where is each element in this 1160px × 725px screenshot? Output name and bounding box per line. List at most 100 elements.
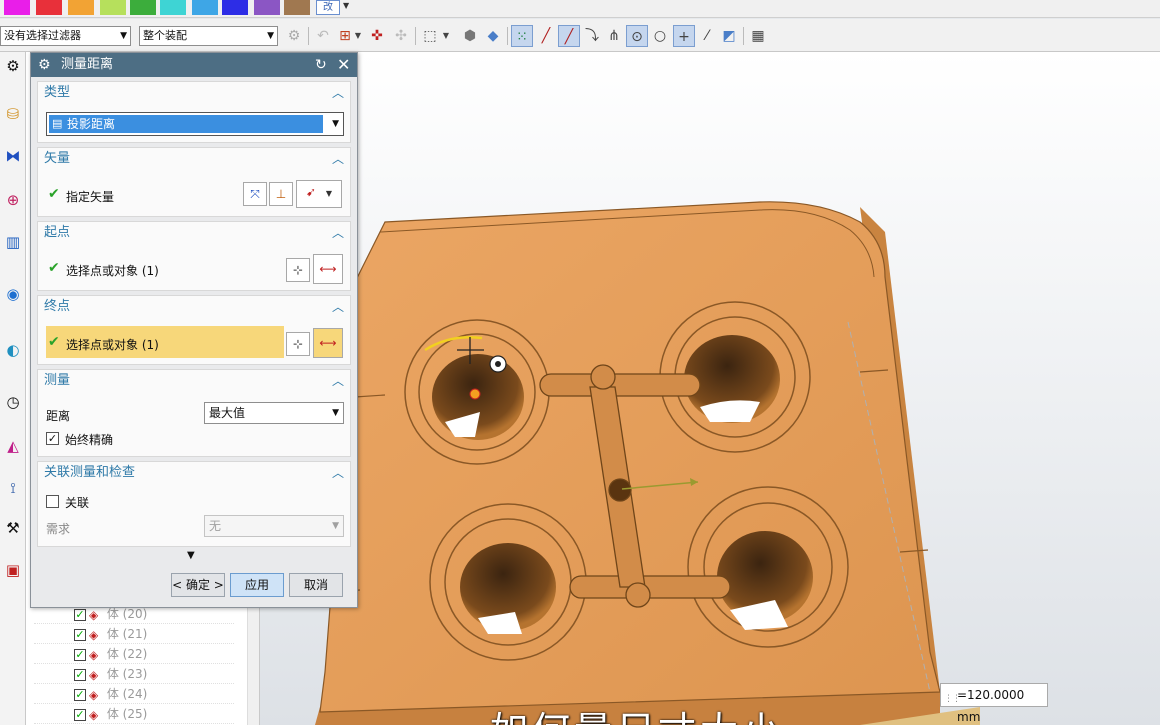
reuse-library-icon[interactable]: ▥ xyxy=(1,230,25,254)
tree-row[interactable]: ✓ ◈ 体 (21) xyxy=(34,624,234,644)
chevron-up-icon[interactable]: ︿ xyxy=(332,296,344,318)
undo-select-icon[interactable]: ↶ xyxy=(312,25,334,47)
requirement-dropdown[interactable]: 无 ▼ xyxy=(204,515,344,537)
part-navigator-icon[interactable]: ⊕ xyxy=(1,188,25,212)
solid-body-icon[interactable]: ⬢ xyxy=(459,25,481,47)
tree-row[interactable]: ✓ ◈ 体 (22) xyxy=(34,644,234,664)
color-swatch[interactable] xyxy=(130,0,156,15)
expand-more-icon[interactable]: ▼ xyxy=(187,550,195,561)
chevron-up-icon[interactable]: ︿ xyxy=(332,148,344,170)
role-palette-icon[interactable]: ▣ xyxy=(1,558,25,582)
chevron-up-icon[interactable]: ︿ xyxy=(332,462,344,484)
selection-filter-dropdown[interactable]: 没有选择过滤器 ▼ xyxy=(0,26,131,46)
graphics-viewport[interactable]: 如何量尺寸大小 xyxy=(260,52,1160,725)
quadrant-point-icon[interactable]: ○ xyxy=(649,25,671,47)
measure-method-button[interactable]: ⟷ xyxy=(313,328,343,358)
rectangle-select-icon[interactable]: ⬚ xyxy=(419,25,441,47)
drag-handle-icon[interactable]: ⋮⋮ xyxy=(944,688,961,710)
chevron-up-icon[interactable]: ︿ xyxy=(332,222,344,244)
visibility-checkbox[interactable]: ✓ xyxy=(74,668,86,681)
color-swatch[interactable] xyxy=(160,0,186,15)
visibility-checkbox[interactable]: ✓ xyxy=(74,628,86,641)
color-swatch[interactable] xyxy=(254,0,280,15)
associative-label: 关联 xyxy=(65,496,90,510)
chevron-down-icon[interactable]: ▼ xyxy=(343,1,349,10)
color-swatch[interactable] xyxy=(222,0,248,15)
snap-points-icon[interactable]: ⁙ xyxy=(511,25,533,47)
tree-row[interactable]: ✓ ◈ 体 (23) xyxy=(34,664,234,684)
visibility-checkbox[interactable]: ✓ xyxy=(74,708,86,721)
intersection-point-icon[interactable]: ⋔ xyxy=(603,25,625,47)
type-group-header[interactable]: 类型 ︿ xyxy=(38,82,350,104)
mid-point-icon[interactable]: ╱ xyxy=(558,25,580,47)
body-cube-icon[interactable]: ◆ xyxy=(482,25,504,47)
select-feature-icon[interactable]: ✜ xyxy=(366,25,388,47)
color-swatch[interactable] xyxy=(100,0,126,15)
point-dialog-button[interactable]: ⊹ xyxy=(286,258,310,282)
end-point-group-header[interactable]: 终点 ︿ xyxy=(38,296,350,318)
dialog-title-bar[interactable]: ⚙ 测量距离 ↻ ✕ xyxy=(31,53,357,77)
reverse-direction-button[interactable]: ⤧ xyxy=(243,182,267,206)
chevron-down-icon: ▼ xyxy=(120,31,127,41)
color-more-button[interactable]: 改 xyxy=(316,0,340,15)
associative-checkbox[interactable] xyxy=(46,495,59,508)
point-dialog-button[interactable]: ⊹ xyxy=(286,332,310,356)
arc-center-icon[interactable]: ⊙ xyxy=(626,25,648,47)
ok-button[interactable]: < 确定 > xyxy=(171,573,225,597)
history-icon[interactable]: ◐ xyxy=(1,338,25,362)
web-browser-icon[interactable]: ◉ xyxy=(1,282,25,306)
chevron-down-icon[interactable]: ▼ xyxy=(440,25,452,47)
constraint-navigator-icon[interactable]: ⧓ xyxy=(1,144,25,168)
color-swatch[interactable] xyxy=(284,0,310,15)
always-precise-checkbox[interactable]: ✓ xyxy=(46,432,59,445)
tree-row[interactable]: ✓ ◈ 体 (24) xyxy=(34,684,234,704)
control-point-icon[interactable]: ⤵ xyxy=(581,25,603,47)
existing-point-icon[interactable]: + xyxy=(673,25,695,47)
vector-group-header[interactable]: 矢量 ︿ xyxy=(38,148,350,170)
chevron-up-icon[interactable]: ︿ xyxy=(332,82,344,104)
visibility-checkbox[interactable]: ✓ xyxy=(74,608,86,621)
tree-row[interactable]: ✓ ◈ 体 (25) xyxy=(34,704,234,724)
point-on-face-icon[interactable]: ◩ xyxy=(718,25,740,47)
point-on-curve-icon[interactable]: ⁄ xyxy=(696,25,718,47)
manufacturing-wizard-icon[interactable]: ⚒ xyxy=(1,516,25,540)
type-dropdown-value: 投影距离 xyxy=(67,117,116,131)
associative-measure-group-header[interactable]: 关联测量和检查 ︿ xyxy=(38,462,350,484)
color-swatch[interactable] xyxy=(192,0,218,15)
color-palette-bar: 改 ▼ xyxy=(0,0,1160,18)
color-swatch[interactable] xyxy=(36,0,62,15)
type-dropdown[interactable]: ▤ 投影距离 ▼ xyxy=(46,112,344,136)
apply-button[interactable]: 应用 xyxy=(230,573,284,597)
start-point-group-header[interactable]: 起点 ︿ xyxy=(38,222,350,244)
vector-arrow-icon: ➹ xyxy=(305,185,317,199)
specify-vector-label: 指定矢量 xyxy=(66,190,115,204)
color-swatch[interactable] xyxy=(68,0,94,15)
cancel-button[interactable]: 取消 xyxy=(289,573,343,597)
distance-dropdown[interactable]: 最大值 ▼ xyxy=(204,402,344,424)
clock-icon[interactable]: ◷ xyxy=(1,390,25,414)
chevron-down-icon[interactable]: ▼ xyxy=(352,25,364,47)
vector-dialog-button[interactable]: ⊥ xyxy=(269,182,293,206)
chevron-up-icon[interactable]: ︿ xyxy=(332,370,344,392)
filter-settings-icon[interactable]: ⚙ xyxy=(283,25,305,47)
process-studio-icon[interactable]: ⟟ xyxy=(1,476,25,500)
end-point-icon[interactable]: ╱ xyxy=(535,25,557,47)
reset-icon[interactable]: ↻ xyxy=(315,53,327,77)
deselect-icon[interactable]: ✣ xyxy=(390,25,412,47)
start-point-group: 起点 ︿ ✔ 选择点或对象 (1) ⊹ ⟷ xyxy=(37,221,351,291)
visibility-checkbox[interactable]: ✓ xyxy=(74,648,86,661)
measure-group-header[interactable]: 测量 ︿ xyxy=(38,370,350,392)
settings-icon[interactable]: ⚙ xyxy=(1,54,25,78)
visibility-checkbox[interactable]: ✓ xyxy=(74,688,86,701)
measure-method-button[interactable]: ⟷ xyxy=(313,254,343,284)
close-icon[interactable]: ✕ xyxy=(337,53,350,77)
assembly-navigator-icon[interactable]: ⛁ xyxy=(1,102,25,126)
gear-icon[interactable]: ⚙ xyxy=(38,53,51,77)
resource-bar: ⚙ ⛁ ⧓ ⊕ ▥ ◉ ◐ ◷ ◭ ⟟ ⚒ ▣ xyxy=(0,52,26,725)
solid-body-icon: ◈ xyxy=(89,627,99,642)
selection-scope-dropdown[interactable]: 整个装配 ▼ xyxy=(139,26,278,46)
table-grid-icon[interactable]: ▦ xyxy=(747,25,769,47)
system-material-icon[interactable]: ◭ xyxy=(1,434,25,458)
color-swatch[interactable] xyxy=(4,0,30,15)
vector-inference-dropdown[interactable]: ➹ ▼ xyxy=(296,180,342,208)
